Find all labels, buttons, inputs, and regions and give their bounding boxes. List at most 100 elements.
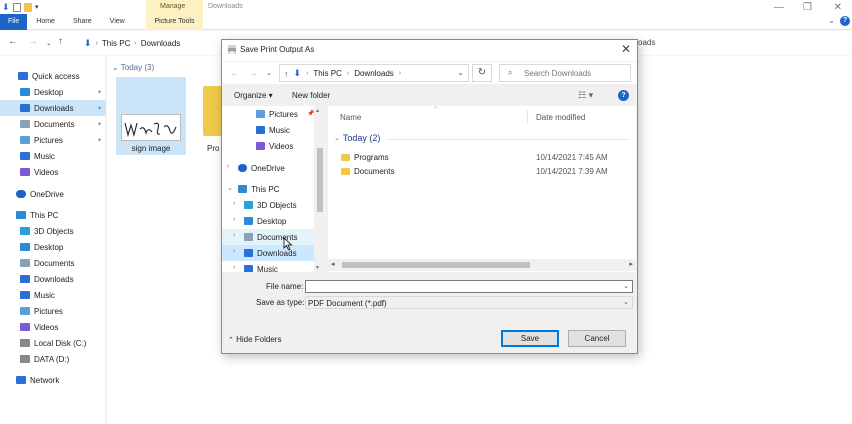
sidebar-item-onedrive[interactable]: OneDrive: [0, 186, 106, 202]
scroll-right-icon[interactable]: ▸: [629, 260, 633, 268]
search-input[interactable]: [524, 67, 628, 79]
customize-qat-icon[interactable]: ▾: [35, 3, 43, 12]
tree-item-onedrive[interactable]: › OneDrive: [222, 160, 314, 176]
sidebar-item-this-pc[interactable]: This PC: [0, 207, 106, 223]
sidebar-item-videos[interactable]: Videos: [0, 319, 106, 335]
scroll-left-icon[interactable]: ◂: [331, 260, 335, 268]
properties-icon[interactable]: [13, 3, 21, 12]
recent-chevron-icon[interactable]: ⌄: [266, 69, 272, 77]
save-as-type-select[interactable]: PDF Document (*.pdf) ⌄: [305, 296, 633, 309]
column-separator[interactable]: [527, 110, 528, 124]
tree-item-desktop[interactable]: › Desktop: [222, 213, 314, 229]
tree-item-pictures[interactable]: Pictures: [222, 106, 314, 122]
sidebar-item-desktop[interactable]: Desktop: [0, 239, 106, 255]
search-box-text[interactable]: oads: [638, 38, 655, 47]
sidebar-item-3d-objects[interactable]: 3D Objects: [0, 223, 106, 239]
close-icon[interactable]: ✕: [621, 42, 631, 56]
tree-item-this-pc[interactable]: ⌄ This PC: [222, 181, 314, 197]
scroll-down-icon[interactable]: ▾: [316, 264, 319, 271]
chevron-down-icon[interactable]: ⌄: [623, 282, 629, 290]
sidebar-item-pictures[interactable]: Pictures ✦: [0, 132, 106, 148]
view-options-icon[interactable]: ☷ ▾: [578, 90, 593, 101]
tree-item-documents[interactable]: › Documents: [222, 229, 314, 245]
tree-item-music[interactable]: Music: [222, 122, 314, 138]
new-folder-icon[interactable]: [24, 3, 32, 12]
sidebar-item-pictures[interactable]: Pictures: [0, 303, 106, 319]
chevron-right-icon[interactable]: ›: [233, 248, 235, 255]
chevron-right-icon[interactable]: ›: [233, 232, 235, 239]
restore-icon[interactable]: ❐: [803, 2, 812, 13]
sidebar-item-documents[interactable]: Documents ✦: [0, 116, 106, 132]
sidebar-item-network[interactable]: Network: [0, 372, 106, 388]
chevron-down-icon[interactable]: ⌄: [227, 184, 233, 192]
list-item[interactable]: Documents 10/14/2021 7:39 AM: [328, 165, 628, 179]
chevron-down-icon[interactable]: ⌄: [457, 68, 464, 77]
breadcrumb-this-pc[interactable]: This PC: [102, 39, 130, 48]
sidebar-item-downloads[interactable]: Downloads ✦: [0, 100, 106, 116]
dialog-address-bar[interactable]: ↑ ⬇ › This PC › Downloads › ⌄: [279, 64, 469, 82]
tree-item-videos[interactable]: Videos: [222, 138, 314, 154]
tab-file[interactable]: File: [0, 14, 28, 30]
refresh-icon[interactable]: ↻: [472, 64, 492, 82]
tab-share[interactable]: Share: [64, 14, 101, 30]
close-icon[interactable]: ✕: [834, 2, 842, 13]
sidebar-item-music[interactable]: Music: [0, 148, 106, 164]
tab-view[interactable]: View: [101, 14, 134, 30]
tab-home[interactable]: Home: [27, 14, 64, 30]
sidebar-item-documents[interactable]: Documents: [0, 255, 106, 271]
chevron-right-icon[interactable]: ›: [233, 264, 235, 271]
up-arrow-icon[interactable]: ↑: [58, 36, 63, 47]
sidebar-item-downloads[interactable]: Downloads: [0, 271, 106, 287]
save-button[interactable]: Save: [501, 330, 559, 347]
dialog-title-bar[interactable]: Save Print Output As ✕: [222, 40, 637, 61]
sidebar-item-videos[interactable]: Videos: [0, 164, 106, 180]
file-name-field[interactable]: ⌄: [305, 280, 633, 293]
scrollbar-thumb[interactable]: [317, 148, 323, 212]
download-arrow-icon[interactable]: ⬇: [2, 3, 10, 12]
back-arrow-icon[interactable]: ←: [8, 36, 18, 47]
list-item[interactable]: Programs 10/14/2021 7:45 AM: [328, 151, 628, 165]
hide-folders-toggle[interactable]: ⌃ Hide Folders: [228, 335, 281, 344]
minimize-icon[interactable]: —: [774, 2, 784, 13]
tree-item-3d-objects[interactable]: › 3D Objects: [222, 197, 314, 213]
sidebar-item-desktop[interactable]: Desktop ✦: [0, 84, 106, 100]
chevron-right-icon[interactable]: ›: [233, 200, 235, 207]
group-header[interactable]: ⌄ Today (2): [334, 133, 380, 143]
sidebar-item-data-d[interactable]: DATA (D:): [0, 351, 106, 367]
file-name-input[interactable]: [308, 282, 608, 292]
chevron-right-icon[interactable]: ›: [233, 216, 235, 223]
forward-arrow-icon[interactable]: →: [28, 36, 38, 47]
horizontal-scrollbar[interactable]: ◂ ▸: [328, 259, 636, 271]
help-icon[interactable]: ?: [618, 90, 629, 101]
new-folder-button[interactable]: New folder: [292, 91, 330, 100]
sidebar-item-quick-access[interactable]: Quick access: [0, 68, 106, 84]
tree-scrollbar[interactable]: ▴ ▾: [314, 106, 325, 272]
organize-button[interactable]: Organize ▾: [234, 91, 273, 100]
chevron-down-icon[interactable]: ⌄: [623, 298, 629, 306]
sidebar-item-label: Pictures: [34, 135, 63, 145]
dialog-search-box[interactable]: ⌕: [499, 64, 631, 82]
sidebar-item-local-disk-c[interactable]: Local Disk (C:): [0, 335, 106, 351]
chevron-right-icon[interactable]: ›: [227, 163, 229, 170]
sidebar-item-music[interactable]: Music: [0, 287, 106, 303]
forward-arrow-icon[interactable]: →: [249, 68, 258, 78]
chevron-down-icon[interactable]: ⌄: [828, 16, 835, 25]
tree-item-music[interactable]: › Music: [222, 261, 314, 272]
help-icon[interactable]: ?: [840, 16, 850, 26]
column-header-date[interactable]: Date modified: [536, 113, 585, 122]
column-header-name[interactable]: Name: [340, 113, 361, 122]
cancel-button[interactable]: Cancel: [568, 330, 626, 347]
breadcrumb-downloads[interactable]: Downloads: [141, 39, 181, 48]
breadcrumb-this-pc[interactable]: This PC: [313, 69, 341, 78]
back-arrow-icon[interactable]: ←: [230, 68, 239, 78]
sidebar-item-label: Videos: [34, 322, 59, 332]
tab-picture-tools[interactable]: Picture Tools: [146, 14, 203, 30]
breadcrumb[interactable]: ⬇ › This PC › Downloads: [84, 38, 180, 49]
up-arrow-icon[interactable]: ↑: [284, 69, 289, 79]
scroll-up-icon[interactable]: ▴: [316, 107, 319, 114]
tree-item-downloads[interactable]: › Downloads: [222, 245, 314, 261]
scrollbar-thumb[interactable]: [342, 262, 530, 268]
recent-chevron-icon[interactable]: ⌄: [46, 39, 52, 47]
breadcrumb-downloads[interactable]: Downloads: [354, 69, 394, 78]
group-header[interactable]: ⌄ Today (3): [112, 63, 154, 72]
